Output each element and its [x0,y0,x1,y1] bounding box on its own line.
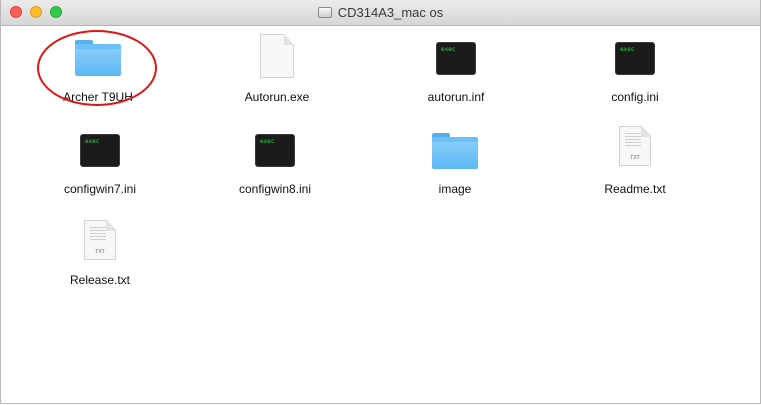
file-label: Release.txt [69,273,131,287]
file-item-autorun-exe[interactable]: Autorun.exe [207,34,347,104]
file-item-release-txt[interactable]: TXT Release.txt [30,220,170,287]
file-item-configwin8-ini[interactable]: exec configwin8.ini [205,130,345,196]
text-document-icon: TXT [619,126,651,166]
file-label: Readme.txt [604,182,666,196]
folder-icon [75,40,121,76]
file-label: autorun.inf [427,90,485,104]
finder-window: CD314A3_mac os Archer T9UH Autorun.exe e… [0,0,761,404]
file-item-config-ini[interactable]: exec config.ini [565,38,705,104]
exec-icon: exec [255,134,295,167]
window-title-text: CD314A3_mac os [337,5,444,20]
disk-icon [317,7,332,18]
file-item-configwin7-ini[interactable]: exec configwin7.ini [30,130,170,196]
file-label: config.ini [611,90,659,104]
file-item-autorun-inf[interactable]: exec autorun.inf [386,38,526,104]
text-document-icon: TXT [84,220,116,260]
document-icon [260,34,294,78]
file-item-image[interactable]: image [385,130,525,196]
file-label: Autorun.exe [244,90,310,104]
title-bar[interactable]: CD314A3_mac os [1,0,760,26]
file-label: configwin8.ini [238,182,312,196]
file-label: image [438,182,472,196]
file-label: Archer T9UH [63,90,133,104]
file-label: configwin7.ini [63,182,137,196]
window-title: CD314A3_mac os [1,0,760,25]
file-item-readme-txt[interactable]: TXT Readme.txt [565,126,705,196]
exec-icon: exec [615,42,655,75]
file-grid: Archer T9UH Autorun.exe exec autorun.inf… [1,26,760,403]
file-item-archer-t9uh[interactable]: Archer T9UH [28,38,168,104]
exec-icon: exec [436,42,476,75]
exec-icon: exec [80,134,120,167]
folder-icon [432,133,478,169]
